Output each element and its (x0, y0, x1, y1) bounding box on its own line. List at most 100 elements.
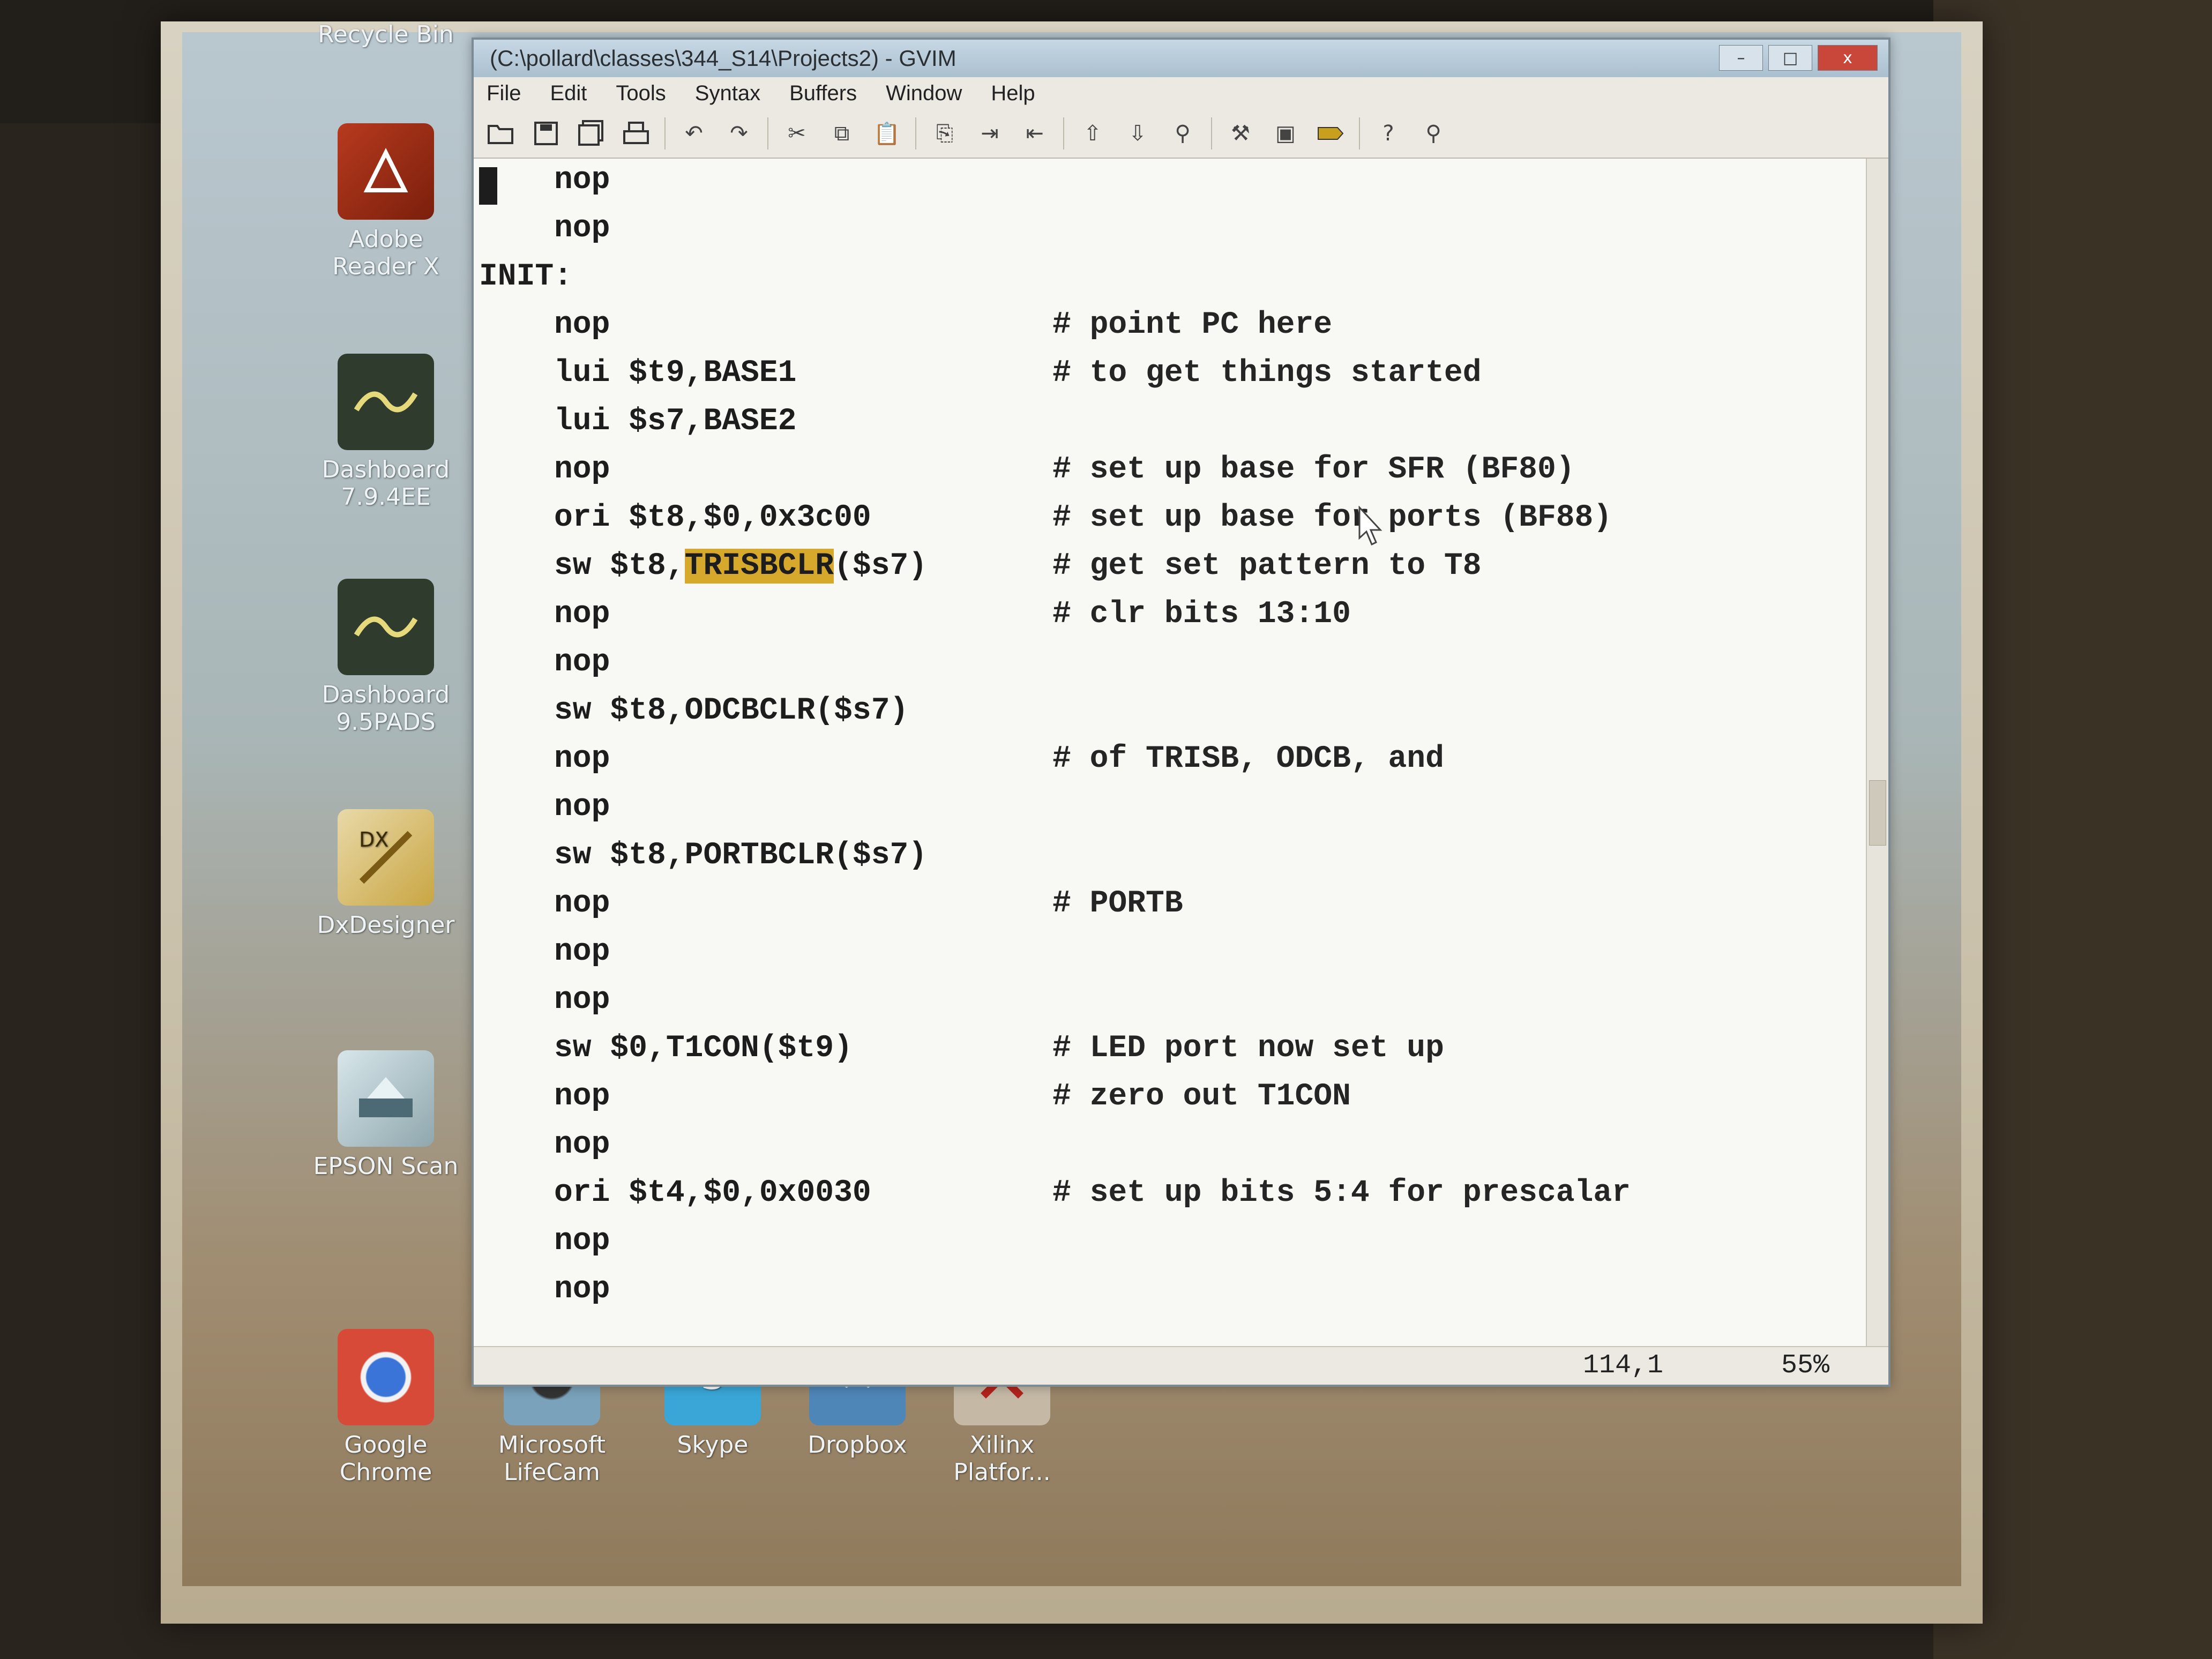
code-comment: # clr bits 13:10 (1052, 597, 1351, 632)
run-script-icon[interactable]: ⚲ (1166, 117, 1199, 150)
tag-icon[interactable] (1314, 117, 1347, 150)
desktop-icon-label: Dashboard 9.5PADS (322, 681, 450, 736)
menu-file[interactable]: File (487, 81, 521, 106)
toolbar-separator (767, 117, 768, 150)
toolbar: ↶ ↷ ✂ ⧉ 📋 ⎘ ⇥ ⇤ ⇧ ⇩ ⚲ ⚒ ▣ ? ⚲ (474, 109, 1888, 159)
desktop-icon-label: Google Chrome (339, 1431, 432, 1486)
code-line: nop (474, 935, 1867, 983)
code-comment: # LED port now set up (1052, 1031, 1444, 1066)
scroll-percent: 55% (1781, 1350, 1829, 1381)
code-line: nop # of TRISB, ODCB, and (474, 742, 1867, 790)
title-bar[interactable]: (C:\pollard\classes\344_S14\Projects2) -… (474, 40, 1888, 77)
code-comment: # set up bits 5:4 for prescalar (1052, 1176, 1631, 1210)
undo-icon[interactable]: ↶ (677, 117, 711, 150)
menu-buffers[interactable]: Buffers (789, 81, 857, 106)
shell-icon[interactable]: ▣ (1269, 117, 1302, 150)
desktop-icon-dashboard-794ee[interactable]: Dashboard 7.9.4EE (305, 354, 466, 511)
find-help-icon[interactable]: ⚲ (1417, 117, 1450, 150)
desktop-icon-label: Dropbox (808, 1431, 907, 1459)
code-line: nop # set up base for SFR (BF80) (474, 452, 1867, 500)
find-next-icon[interactable]: ⇥ (973, 117, 1006, 150)
find-prev-icon[interactable]: ⇤ (1018, 117, 1051, 150)
code-line: nop (474, 1127, 1867, 1176)
code-instruction: nop (554, 308, 610, 342)
save-icon[interactable] (529, 117, 563, 150)
code-instruction: nop (554, 1079, 610, 1114)
load-session-icon[interactable]: ⇧ (1076, 117, 1109, 150)
svg-text:DX: DX (359, 828, 388, 851)
desktop-icon-dashboard-95pads[interactable]: Dashboard 9.5PADS (305, 579, 466, 736)
code-instruction: sw $t8,TRISBCLR($s7) (554, 549, 927, 584)
make-icon[interactable]: ⚒ (1224, 117, 1257, 150)
print-icon[interactable] (619, 117, 653, 150)
code-instruction: nop (554, 211, 610, 246)
code-instruction: nop (554, 1127, 610, 1162)
code-line: sw $t8,TRISBCLR($s7) # get set pattern to… (474, 549, 1867, 597)
toolbar-separator (1359, 117, 1360, 150)
open-icon[interactable] (484, 117, 518, 150)
code-comment: # to get things started (1052, 356, 1482, 391)
code-instruction: nop (554, 597, 610, 632)
copy-icon[interactable]: ⧉ (825, 117, 858, 150)
code-instruction: nop (554, 742, 610, 776)
menu-bar: File Edit Tools Syntax Buffers Window He… (474, 77, 1888, 109)
code-comment: # zero out T1CON (1052, 1079, 1351, 1114)
paste-icon[interactable]: 📋 (870, 117, 903, 150)
menu-edit[interactable]: Edit (550, 81, 587, 106)
menu-syntax[interactable]: Syntax (695, 81, 760, 106)
help-icon[interactable]: ? (1372, 117, 1405, 150)
close-button[interactable]: x (1818, 45, 1878, 71)
editor-buffer[interactable]: nop nop INIT: nop # point PC here lui $t9,BAS… (474, 159, 1867, 1347)
adobe-reader-icon (338, 123, 434, 220)
find-replace-icon[interactable]: ⎘ (928, 117, 961, 150)
desktop-icon-adobe-reader[interactable]: Adobe Reader X (305, 123, 466, 280)
desktop-icon-label: Recycle Bin (318, 21, 454, 48)
toolbar-separator (1211, 117, 1212, 150)
menu-tools[interactable]: Tools (616, 81, 666, 106)
code-instruction: nop (554, 935, 610, 969)
menu-window[interactable]: Window (886, 81, 962, 106)
code-line: nop (474, 983, 1867, 1031)
code-line: nop (474, 790, 1867, 838)
code-line: nop (474, 1224, 1867, 1272)
vertical-scrollbar[interactable] (1866, 159, 1888, 1347)
search-highlight: TRISBCLR (684, 549, 834, 584)
cut-icon[interactable]: ✂ (780, 117, 813, 150)
code-instruction: sw $0,T1CON($t9) (554, 1031, 853, 1066)
dxdesigner-icon: DX (338, 809, 434, 906)
window-controls: – □ x (1719, 45, 1878, 71)
code-instruction: nop (554, 1272, 610, 1307)
desktop-icon-recycle-bin[interactable]: Recycle Bin (305, 21, 466, 49)
desktop-icon-label: Skype (677, 1431, 749, 1459)
save-all-icon[interactable] (574, 117, 608, 150)
minimize-button[interactable]: – (1719, 45, 1763, 71)
scrollbar-thumb[interactable] (1869, 780, 1886, 846)
code-line: lui $s7,BASE2 (474, 404, 1867, 452)
redo-icon[interactable]: ↷ (722, 117, 756, 150)
code-instruction: lui $s7,BASE2 (554, 404, 797, 439)
code-comment: # PORTB (1052, 886, 1183, 921)
desktop-icon-label: Xilinx Platfor... (953, 1431, 1051, 1486)
code-line: nop (474, 645, 1867, 693)
code-line: INIT: (474, 259, 1867, 308)
code-comment: # set up base for ports (BF88) (1052, 500, 1612, 535)
code-line: nop # PORTB (474, 886, 1867, 935)
cursor-position: 114,1 (1582, 1350, 1663, 1381)
desktop-icon-dxdesigner[interactable]: DX DxDesigner (305, 809, 466, 939)
desktop-icon-google-chrome[interactable]: Google Chrome (305, 1329, 466, 1486)
maximize-button[interactable]: □ (1768, 45, 1812, 71)
desktop-icon-label: EPSON Scan (313, 1153, 459, 1180)
status-bar: 114,1 55% (474, 1346, 1888, 1385)
chrome-icon (338, 1329, 434, 1425)
desktop-icon-label: Adobe Reader X (332, 226, 439, 280)
code-label: INIT: (479, 259, 573, 294)
save-session-icon[interactable]: ⇩ (1121, 117, 1154, 150)
desktop-icon-epson-scan[interactable]: EPSON Scan (305, 1050, 466, 1180)
code-comment: # point PC here (1052, 308, 1333, 342)
toolbar-separator (664, 117, 666, 150)
mouse-pointer-icon (1358, 506, 1382, 546)
code-line: sw $0,T1CON($t9) # LED port now set up (474, 1031, 1867, 1079)
code-instruction-part: ($s7) (834, 549, 928, 584)
menu-help[interactable]: Help (991, 81, 1035, 106)
code-instruction-part: sw $t8, (554, 549, 685, 584)
